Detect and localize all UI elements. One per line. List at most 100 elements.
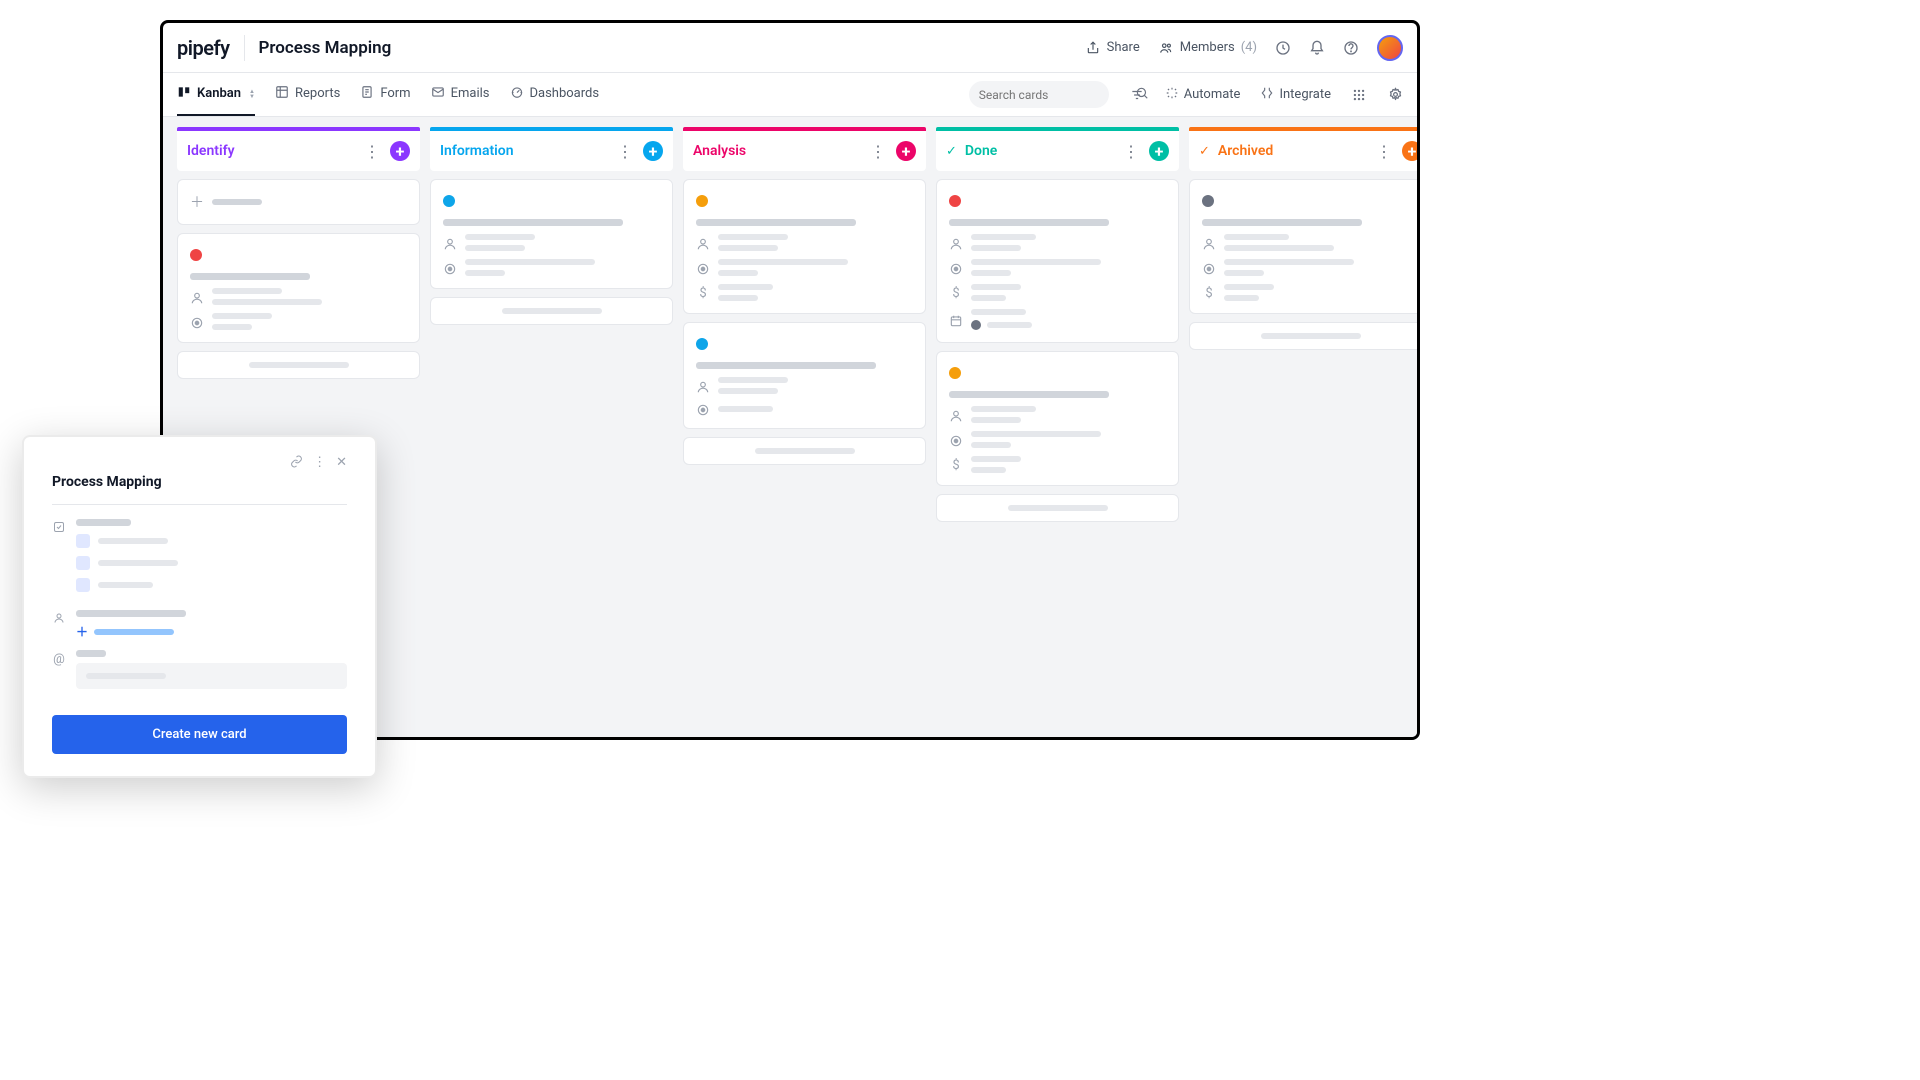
column-add-button[interactable]: + [1149, 141, 1169, 161]
tab-reports[interactable]: Reports [275, 73, 340, 116]
status-dot [1202, 195, 1214, 207]
column-add-button[interactable]: + [643, 141, 663, 161]
email-input[interactable] [76, 663, 347, 689]
kanban-card[interactable] [177, 233, 420, 343]
column-header: Information ⋮ + [430, 131, 673, 171]
column-information: Information ⋮ + [430, 127, 673, 727]
dollar-icon: $ [949, 458, 963, 472]
person-icon [190, 290, 204, 304]
add-assignee-link[interactable]: ＋ [76, 623, 347, 640]
kanban-card[interactable] [683, 322, 926, 429]
bell-icon[interactable] [1309, 40, 1325, 56]
person-icon [949, 408, 963, 422]
card-collapsed[interactable] [430, 297, 673, 325]
link-icon[interactable] [290, 455, 303, 472]
search-input[interactable] [969, 81, 1109, 108]
at-icon: @ [52, 650, 66, 689]
status-dot [190, 249, 202, 261]
modal-field-checklist [52, 519, 347, 600]
filter-icon[interactable] [1129, 87, 1145, 103]
column-title: Analysis [693, 143, 860, 159]
tab-dashboards[interactable]: Dashboards [510, 73, 600, 116]
kanban-card[interactable]: $ [1189, 179, 1417, 314]
plus-icon: ＋ [190, 192, 204, 212]
column-more-icon[interactable]: ⋮ [1119, 142, 1143, 161]
divider [52, 504, 347, 505]
card-collapsed[interactable] [1189, 322, 1417, 350]
kanban-card[interactable]: $ [936, 179, 1179, 343]
column-add-button[interactable]: + [390, 141, 410, 161]
search-field[interactable] [979, 88, 1135, 102]
gear-icon[interactable] [1387, 87, 1403, 103]
status-dot [949, 367, 961, 379]
column-header: Identify ⋮ + [177, 131, 420, 171]
radio-icon [949, 433, 963, 447]
automate-icon [1165, 86, 1179, 104]
header: pipefy Process Mapping Share Members (4) [163, 23, 1417, 73]
header-actions: Share Members (4) [1085, 35, 1403, 61]
integrate-button[interactable]: Integrate [1260, 86, 1331, 104]
modal-field-email: @ [52, 650, 347, 689]
column-header: ✓ Archived ⋮ + [1189, 131, 1417, 171]
modal-more-icon[interactable]: ⋮ [313, 455, 326, 472]
kanban-icon [177, 85, 191, 103]
kanban-card[interactable] [430, 179, 673, 289]
column-more-icon[interactable]: ⋮ [866, 142, 890, 161]
members-button[interactable]: Members (4) [1158, 40, 1257, 56]
card-collapsed[interactable] [177, 351, 420, 379]
column-more-icon[interactable]: ⋮ [1372, 142, 1396, 161]
dashboards-icon [510, 85, 524, 103]
card-collapsed[interactable] [683, 437, 926, 465]
tab-form[interactable]: Form [360, 73, 410, 116]
column-header: ✓ Done ⋮ + [936, 131, 1179, 171]
dollar-icon: $ [696, 286, 710, 300]
tab-kanban[interactable]: Kanban ▲▼ [177, 73, 255, 116]
tab-emails[interactable]: Emails [431, 73, 490, 116]
kanban-card[interactable]: $ [683, 179, 926, 314]
share-icon [1085, 40, 1101, 56]
history-icon[interactable] [1275, 40, 1291, 56]
radio-icon [696, 261, 710, 275]
create-card-modal: ⋮ ✕ Process Mapping ＋ @ Create new card [22, 435, 377, 778]
tabbar: Kanban ▲▼ Reports Form Emails Dashboards… [163, 73, 1417, 117]
share-button[interactable]: Share [1085, 40, 1140, 56]
column-done: ✓ Done ⋮ + $ $ [936, 127, 1179, 727]
kanban-card[interactable]: $ [936, 351, 1179, 486]
automate-button[interactable]: Automate [1165, 86, 1241, 104]
column-more-icon[interactable]: ⋮ [360, 142, 384, 161]
column-analysis: Analysis ⋮ + $ [683, 127, 926, 727]
page-title: Process Mapping [259, 38, 392, 58]
avatar[interactable] [1377, 35, 1403, 61]
form-icon [360, 85, 374, 103]
radio-icon [696, 402, 710, 416]
check-icon: ✓ [1199, 144, 1210, 159]
dollar-icon: $ [949, 286, 963, 300]
card-collapsed[interactable] [936, 494, 1179, 522]
brand-logo: pipefy [177, 36, 230, 60]
checklist-icon [52, 519, 66, 600]
radio-icon [949, 261, 963, 275]
column-title: Identify [187, 143, 354, 159]
calendar-icon [949, 313, 963, 327]
close-icon[interactable]: ✕ [336, 455, 347, 472]
dollar-icon: $ [1202, 286, 1216, 300]
column-title: Archived [1218, 143, 1366, 159]
radio-icon [443, 261, 457, 275]
column-title: Done [965, 143, 1113, 159]
column-add-button[interactable]: + [896, 141, 916, 161]
create-card-button[interactable]: Create new card [52, 715, 347, 754]
person-icon [1202, 236, 1216, 250]
column-more-icon[interactable]: ⋮ [613, 142, 637, 161]
person-icon [443, 236, 457, 250]
emails-icon [431, 85, 445, 103]
apps-icon[interactable] [1351, 87, 1367, 103]
reports-icon [275, 85, 289, 103]
help-icon[interactable] [1343, 40, 1359, 56]
new-card-placeholder[interactable]: ＋ [177, 179, 420, 225]
sort-icon: ▲▼ [249, 89, 255, 99]
integrate-icon [1260, 86, 1274, 104]
divider [244, 35, 245, 61]
status-dot [696, 195, 708, 207]
column-add-button[interactable]: + [1402, 141, 1417, 161]
status-dot [443, 195, 455, 207]
